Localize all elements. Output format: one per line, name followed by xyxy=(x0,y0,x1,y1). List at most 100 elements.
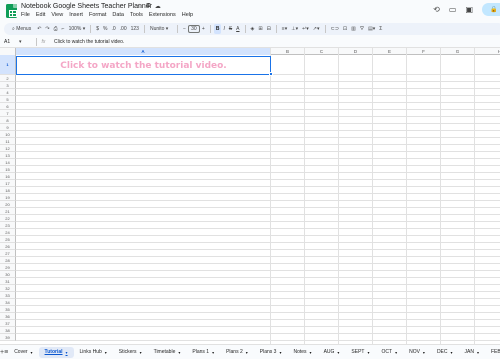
row-header-25[interactable]: 25 xyxy=(0,236,16,243)
redo-icon[interactable]: ↷ xyxy=(43,24,51,34)
sheet-tab-links-hub[interactable]: Links Hub ▾ xyxy=(74,347,113,358)
font-size-input[interactable]: 30 xyxy=(187,25,200,33)
merge-cells-icon[interactable]: ⊟ xyxy=(265,24,273,34)
column-header-c[interactable]: C xyxy=(305,48,339,55)
row-header-12[interactable]: 12 xyxy=(0,145,16,152)
column-header-f[interactable]: F xyxy=(407,48,441,55)
insert-link-icon[interactable]: ⊂⊃ xyxy=(329,24,341,34)
paint-format-icon[interactable]: ⌐ xyxy=(60,24,67,34)
sheet-tab-tutorial[interactable]: Tutorial ▾ xyxy=(38,346,74,358)
menu-insert[interactable]: Insert xyxy=(69,12,83,18)
menu-view[interactable]: View xyxy=(51,12,63,18)
comments-icon[interactable]: ▭ xyxy=(449,5,457,14)
column-header-g[interactable]: G xyxy=(441,48,475,55)
share-button[interactable]: 🔒 xyxy=(482,3,500,16)
menu-data[interactable]: Data xyxy=(112,12,124,18)
row-header-19[interactable]: 19 xyxy=(0,194,16,201)
sheet-tab-feb[interactable]: FEB▾ xyxy=(485,347,500,358)
row-header-13[interactable]: 13 xyxy=(0,152,16,159)
row-header-22[interactable]: 22 xyxy=(0,215,16,222)
row-header-20[interactable]: 20 xyxy=(0,201,16,208)
row-header-5[interactable]: 5 xyxy=(0,96,16,103)
horizontal-align-icon[interactable]: ≡▾ xyxy=(280,24,289,34)
row-header-2[interactable]: 2 xyxy=(0,75,16,82)
select-all-corner[interactable] xyxy=(0,48,16,55)
strikethrough-button[interactable]: S xyxy=(227,24,234,34)
row-header-31[interactable]: 31 xyxy=(0,278,16,285)
bold-button[interactable]: B xyxy=(213,24,222,34)
move-to-folder-icon[interactable]: ⧉ xyxy=(146,3,150,10)
chevron-down-icon[interactable]: ▾ xyxy=(66,350,68,355)
sheet-tab-notes[interactable]: Notes ▾ xyxy=(287,347,317,358)
row-header-16[interactable]: 16 xyxy=(0,173,16,180)
chevron-down-icon[interactable]: ▾ xyxy=(367,350,369,355)
chevron-down-icon[interactable]: ▾ xyxy=(140,350,142,355)
row-header-23[interactable]: 23 xyxy=(0,222,16,229)
column-header-d[interactable]: D xyxy=(339,48,373,55)
star-icon[interactable]: ☆ xyxy=(137,3,142,10)
chevron-down-icon[interactable]: ▾ xyxy=(337,350,339,355)
row-header-1[interactable]: 1 xyxy=(0,55,16,75)
menu-edit[interactable]: Edit xyxy=(36,12,45,18)
text-color-button[interactable]: A xyxy=(234,24,241,34)
row-header-17[interactable]: 17 xyxy=(0,180,16,187)
menu-tools[interactable]: Tools xyxy=(130,12,143,18)
history-icon[interactable]: ⟲ xyxy=(433,5,440,14)
row-header-28[interactable]: 28 xyxy=(0,257,16,264)
filter-views-icon[interactable]: ▤▾ xyxy=(366,24,377,34)
meet-icon[interactable]: ▣ xyxy=(465,5,473,14)
row-header-26[interactable]: 26 xyxy=(0,243,16,250)
column-header-b[interactable]: B xyxy=(271,48,305,55)
chevron-down-icon[interactable]: ▾ xyxy=(423,350,425,355)
increase-decimal-button[interactable]: .00 xyxy=(118,24,129,34)
chevron-down-icon[interactable]: ▾ xyxy=(279,350,281,355)
text-wrapping-icon[interactable]: ↵▾ xyxy=(300,24,311,34)
menu-format[interactable]: Format xyxy=(89,12,106,18)
vertical-align-icon[interactable]: ⊥▾ xyxy=(289,24,300,34)
sheet-tab-sept[interactable]: SEPT ▾ xyxy=(345,347,375,358)
row-header-35[interactable]: 35 xyxy=(0,306,16,313)
column-header-e[interactable]: E xyxy=(373,48,407,55)
borders-icon[interactable]: ⊞ xyxy=(256,24,264,34)
percent-format-button[interactable]: % xyxy=(101,24,109,34)
chevron-down-icon[interactable]: ▾ xyxy=(395,350,397,355)
fill-color-icon[interactable]: ◈ xyxy=(249,24,257,34)
decrease-decimal-button[interactable]: .0 xyxy=(110,24,118,34)
row-header-15[interactable]: 15 xyxy=(0,166,16,173)
row-header-24[interactable]: 24 xyxy=(0,229,16,236)
document-title[interactable]: Notebook Google Sheets Teacher Planner xyxy=(21,3,152,10)
selection-fill-handle[interactable] xyxy=(268,72,273,76)
insert-chart-icon[interactable]: ▥ xyxy=(349,24,358,34)
sheet-tab-plans-2[interactable]: Plans 2 ▾ xyxy=(220,347,254,358)
spreadsheet-grid[interactable]: ABCDEFGH 1 2 3 4 5 6 7 8 9 10 11 12 13 14 15 16 17 18 19 20… xyxy=(0,48,500,344)
row-header-27[interactable]: 27 xyxy=(0,250,16,257)
sheet-tab-cover[interactable]: Cover ▾ xyxy=(8,347,38,358)
sheet-tab-oct[interactable]: OCT ▾ xyxy=(376,347,404,358)
menu-help[interactable]: Help xyxy=(182,12,193,18)
row-header-10[interactable]: 10 xyxy=(0,131,16,138)
row-header-14[interactable]: 14 xyxy=(0,159,16,166)
number-format-button[interactable]: 123 xyxy=(129,24,141,34)
cell-a1-merged[interactable]: Click to watch the tutorial video. xyxy=(16,56,271,75)
chevron-down-icon[interactable]: ▾ xyxy=(451,350,453,355)
undo-icon[interactable]: ↶ xyxy=(35,24,43,34)
chevron-down-icon[interactable]: ▾ xyxy=(178,350,180,355)
row-header-11[interactable]: 11 xyxy=(0,138,16,145)
row-header-21[interactable]: 21 xyxy=(0,208,16,215)
row-header-36[interactable]: 36 xyxy=(0,313,16,320)
insert-comment-icon[interactable]: ⊡ xyxy=(341,24,349,34)
sheet-tab-plans-1[interactable]: Plans 1 ▾ xyxy=(186,347,220,358)
functions-icon[interactable]: Σ xyxy=(377,24,384,34)
font-select[interactable]: Nunito ▾ xyxy=(148,24,174,34)
formula-input[interactable]: Click to watch the tutorial video. xyxy=(50,39,124,45)
chevron-down-icon[interactable]: ▾ xyxy=(212,350,214,355)
sheet-tab-timetable[interactable]: Timetable ▾ xyxy=(148,347,187,358)
row-header-6[interactable]: 6 xyxy=(0,103,16,110)
sheet-tab-stickers[interactable]: Stickers ▾ xyxy=(113,347,148,358)
row-header-3[interactable]: 3 xyxy=(0,82,16,89)
print-icon[interactable]: ⎙ xyxy=(52,24,60,34)
row-header-9[interactable]: 9 xyxy=(0,124,16,131)
menu-extensions[interactable]: Extensions xyxy=(149,12,176,18)
currency-format-button[interactable]: $ xyxy=(94,24,101,34)
chevron-down-icon[interactable]: ▾ xyxy=(31,350,33,355)
